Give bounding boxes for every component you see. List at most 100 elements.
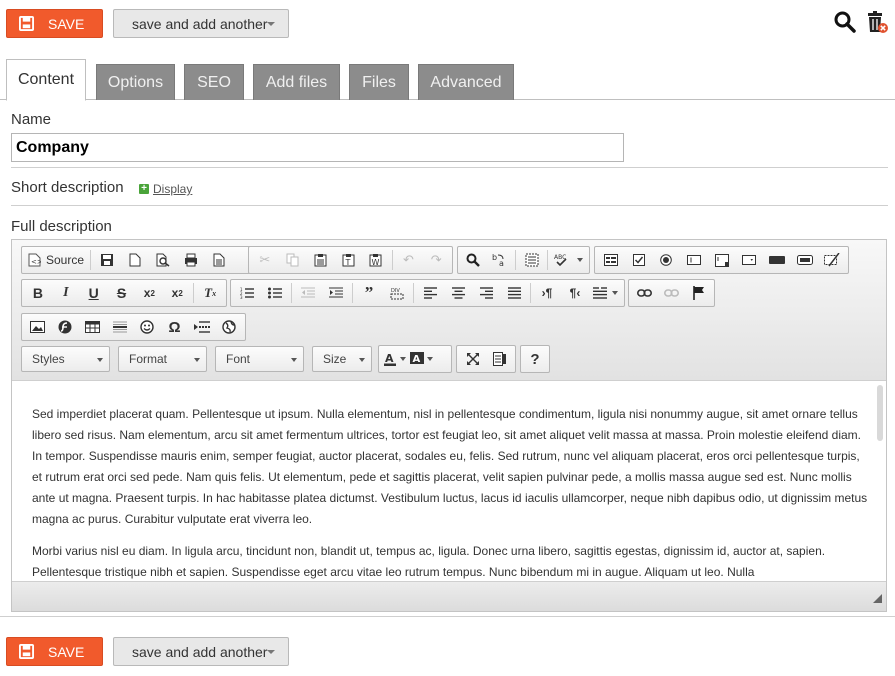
show-blocks-icon[interactable] <box>486 346 513 372</box>
horizontal-rule-icon[interactable] <box>106 314 133 340</box>
cut-icon[interactable]: ✂ <box>251 247 279 273</box>
text-direction-rtl-icon[interactable]: ¶‹ <box>561 280 589 306</box>
table-icon[interactable] <box>79 314 106 340</box>
smiley-icon[interactable] <box>134 314 161 340</box>
maximize-icon[interactable] <box>459 346 486 372</box>
editor-scrollbar[interactable] <box>877 385 883 441</box>
text-color-button[interactable]: A <box>381 346 408 372</box>
chevron-down-icon[interactable] <box>267 22 275 26</box>
save-and-add-another-button-bottom[interactable]: save and add another <box>113 637 289 666</box>
italic-icon[interactable]: I <box>52 280 80 306</box>
toolbar-group-about: ? <box>520 345 550 373</box>
tab-advanced[interactable]: Advanced <box>418 64 514 100</box>
background-color-button[interactable]: A <box>408 346 435 372</box>
source-icon: <> <box>28 253 41 267</box>
undo-icon[interactable]: ↶ <box>395 247 423 273</box>
new-page-icon[interactable] <box>121 247 149 273</box>
indent-icon[interactable] <box>322 280 350 306</box>
display-short-description-link[interactable]: + Display <box>139 182 192 196</box>
svg-text:A: A <box>413 354 421 365</box>
superscript-icon[interactable]: x2 <box>163 280 191 306</box>
save-and-add-another-button[interactable]: save and add another <box>113 9 289 38</box>
numbered-list-icon[interactable]: 123 <box>233 280 261 306</box>
format-dropdown-label: Format <box>129 352 168 366</box>
link-icon[interactable] <box>631 280 658 306</box>
tab-files[interactable]: Files <box>349 64 409 100</box>
save-icon[interactable] <box>93 247 121 273</box>
select-all-icon[interactable] <box>518 247 545 273</box>
paste-text-icon[interactable]: T <box>334 247 362 273</box>
full-description-label: Full description <box>11 218 112 235</box>
outdent-icon[interactable] <box>294 280 322 306</box>
page-break-icon[interactable] <box>188 314 215 340</box>
help-icon[interactable]: ? <box>523 346 547 372</box>
align-center-icon[interactable] <box>444 280 472 306</box>
button-field-icon[interactable] <box>763 247 791 273</box>
templates-icon[interactable] <box>205 247 233 273</box>
language-icon[interactable] <box>589 280 622 306</box>
font-dropdown[interactable]: Font <box>215 346 304 372</box>
chevron-down-icon <box>291 358 297 362</box>
iframe-globe-icon[interactable] <box>216 314 243 340</box>
image-button-icon[interactable] <box>791 247 819 273</box>
subscript-icon[interactable]: x2 <box>135 280 163 306</box>
tab-content[interactable]: Content <box>6 59 86 101</box>
text-direction-ltr-icon[interactable]: ›¶ <box>533 280 561 306</box>
hidden-field-icon[interactable] <box>818 247 846 273</box>
remove-format-icon[interactable]: Tx <box>196 280 224 306</box>
textarea-icon[interactable] <box>708 247 736 273</box>
checkbox-icon[interactable] <box>625 247 653 273</box>
copy-icon[interactable] <box>279 247 307 273</box>
tab-options[interactable]: Options <box>96 64 175 100</box>
paste-icon[interactable] <box>306 247 334 273</box>
chevron-down-icon[interactable] <box>267 650 275 654</box>
find-icon[interactable] <box>460 247 487 273</box>
resize-handle-icon[interactable] <box>873 594 882 603</box>
image-icon[interactable] <box>24 314 51 340</box>
flash-icon[interactable] <box>51 314 78 340</box>
select-field-icon[interactable] <box>735 247 763 273</box>
tab-add-files[interactable]: Add files <box>253 64 340 100</box>
radio-icon[interactable] <box>652 247 680 273</box>
print-icon[interactable] <box>177 247 205 273</box>
editor-content[interactable]: Sed imperdiet placerat quam. Pellentesqu… <box>12 381 886 581</box>
anchor-flag-icon[interactable] <box>685 280 712 306</box>
spellcheck-icon[interactable]: ABC <box>550 247 587 273</box>
blockquote-icon[interactable]: ” <box>355 280 383 306</box>
name-field[interactable] <box>11 133 624 162</box>
source-button-label: Source <box>46 253 85 267</box>
bullet-list-icon[interactable] <box>261 280 289 306</box>
editor-paragraph: Sed imperdiet placerat quam. Pellentesqu… <box>32 407 868 526</box>
floppy-icon <box>19 16 34 31</box>
svg-text:b: b <box>492 253 497 262</box>
trash-icon[interactable] <box>865 10 889 34</box>
bold-icon[interactable]: B <box>24 280 52 306</box>
format-dropdown[interactable]: Format <box>118 346 207 372</box>
svg-text:T: T <box>344 258 350 267</box>
text-field-icon[interactable] <box>680 247 708 273</box>
source-button[interactable]: <> Source <box>24 247 88 273</box>
redo-icon[interactable]: ↷ <box>422 247 450 273</box>
unlink-icon[interactable] <box>658 280 685 306</box>
create-div-icon[interactable]: DIV <box>383 280 411 306</box>
align-left-icon[interactable] <box>416 280 444 306</box>
align-right-icon[interactable] <box>472 280 500 306</box>
special-char-icon[interactable]: Ω <box>161 314 188 340</box>
save-button[interactable]: SAVE <box>6 9 103 38</box>
size-dropdown[interactable]: Size <box>312 346 372 372</box>
strikethrough-icon[interactable]: S <box>108 280 136 306</box>
search-icon[interactable] <box>833 10 857 34</box>
replace-icon[interactable]: ba <box>487 247 514 273</box>
save-and-add-another-label: save and add another <box>132 15 268 32</box>
toolbar-separator <box>193 283 195 303</box>
preview-icon[interactable] <box>149 247 177 273</box>
toolbar-group-insert: Ω <box>21 313 246 341</box>
paste-word-icon[interactable]: W <box>362 247 390 273</box>
form-icon[interactable] <box>597 247 625 273</box>
tab-seo[interactable]: SEO <box>184 64 244 100</box>
chevron-down-icon <box>194 358 200 362</box>
save-button-bottom[interactable]: SAVE <box>6 637 103 666</box>
styles-dropdown[interactable]: Styles <box>21 346 110 372</box>
underline-icon[interactable]: U <box>80 280 108 306</box>
justify-icon[interactable] <box>500 280 528 306</box>
